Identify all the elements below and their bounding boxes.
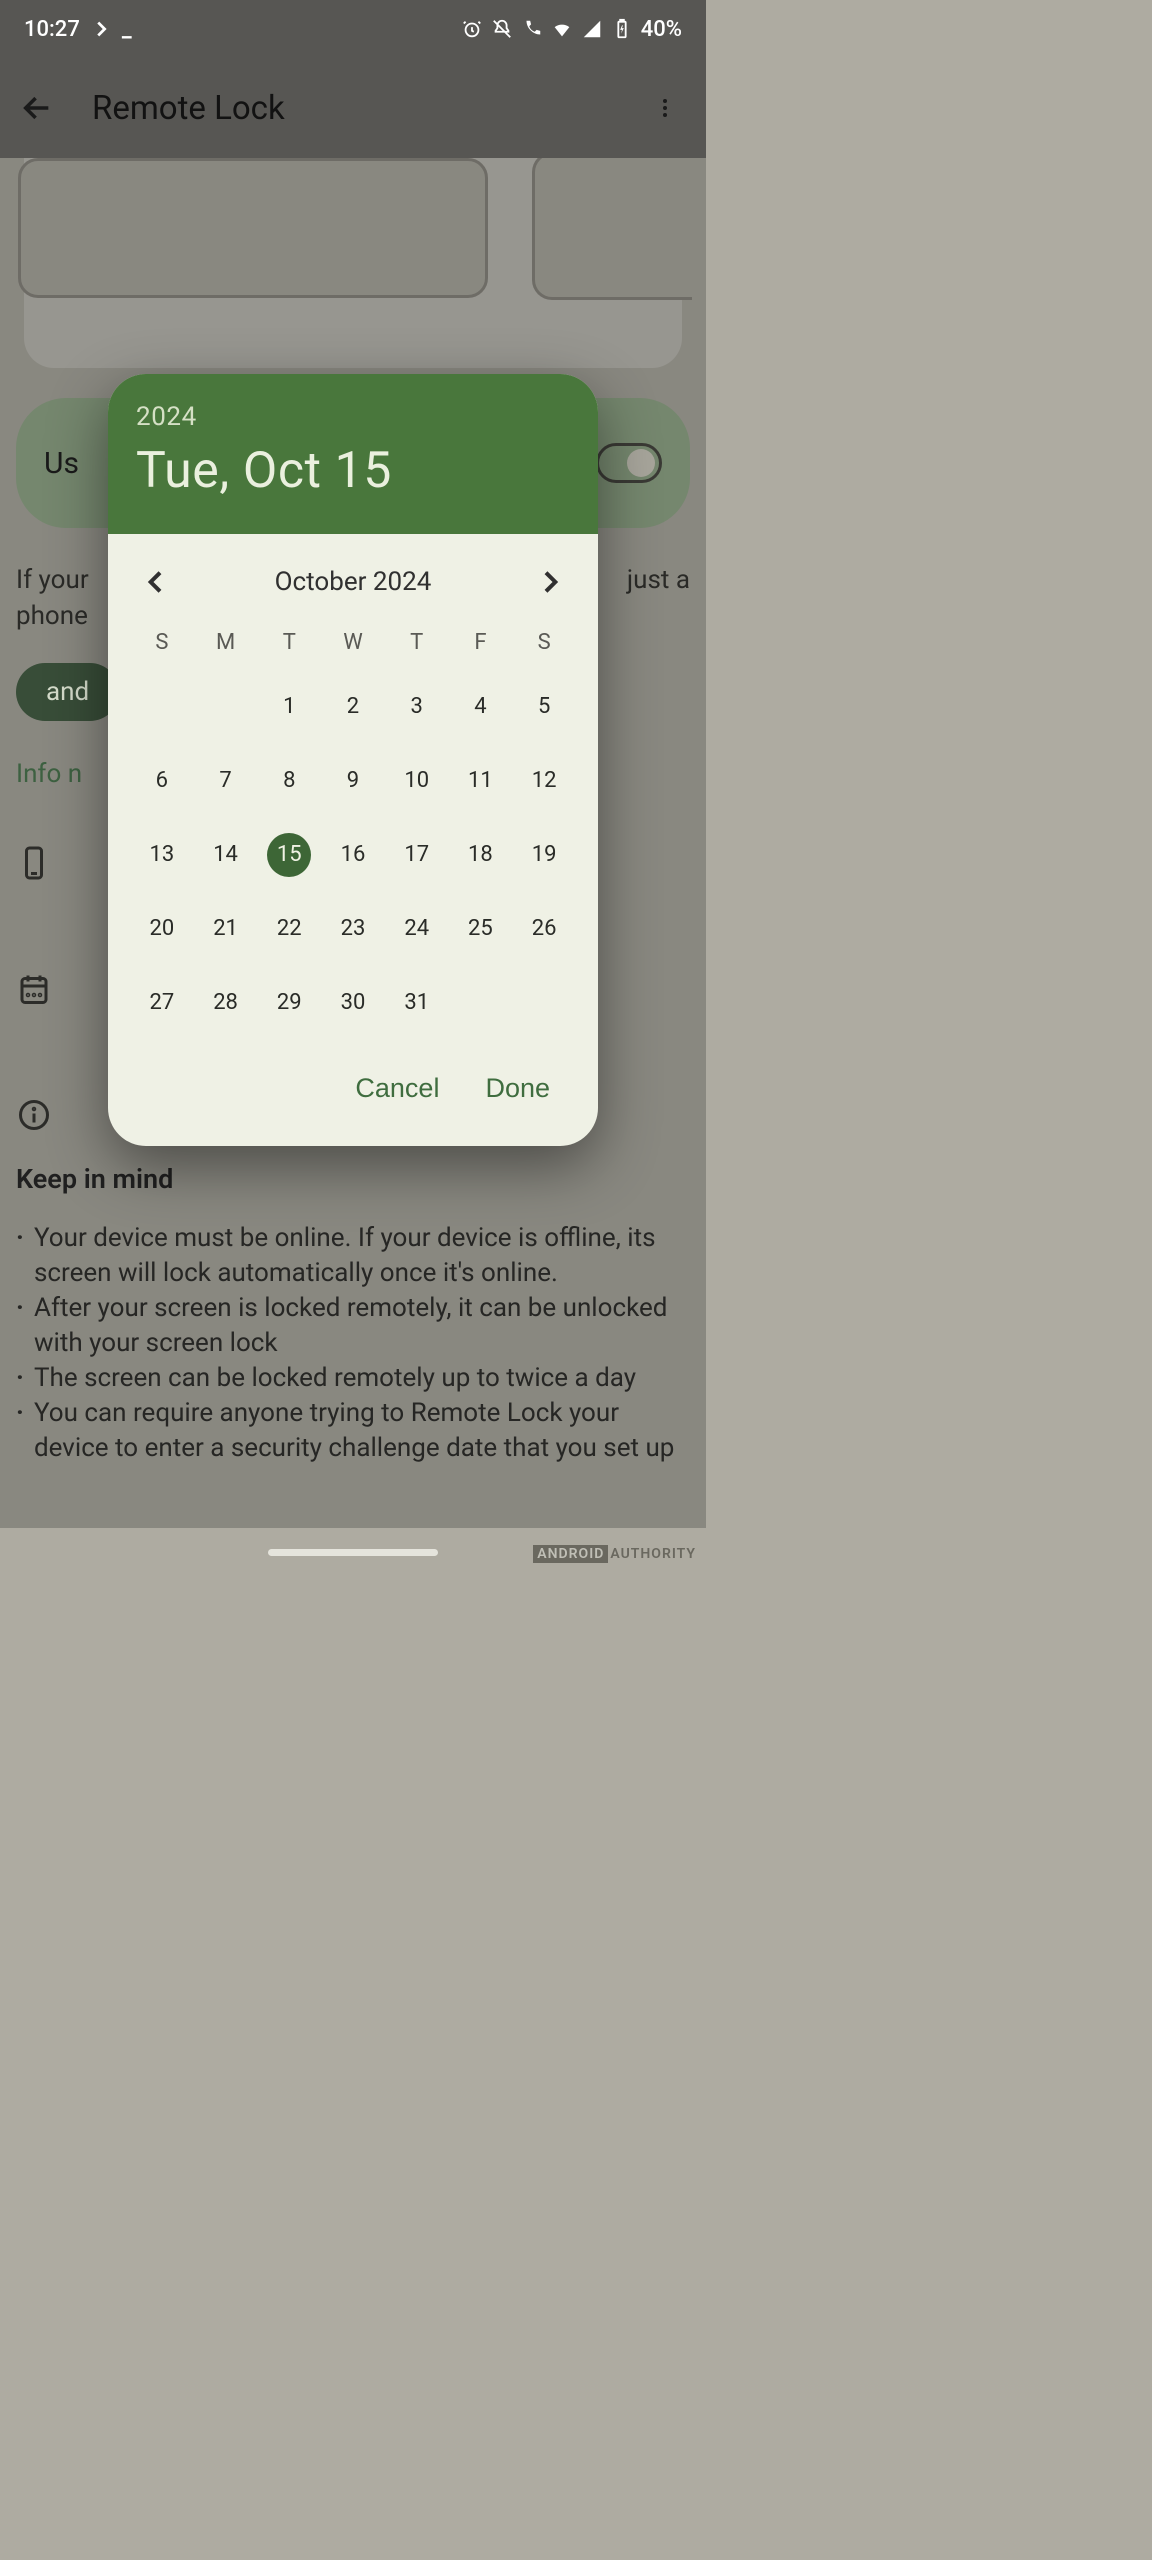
nav-gesture-pill[interactable]	[268, 1549, 438, 1556]
calendar-grid: SMTWTFS..1234567891011121314151617181920…	[122, 622, 584, 1033]
done-button[interactable]: Done	[485, 1073, 550, 1104]
calendar-day[interactable]: 3	[395, 685, 439, 729]
calendar-day[interactable]: 20	[140, 907, 184, 951]
calendar-day[interactable]: 21	[204, 907, 248, 951]
watermark-a: ANDROID	[533, 1545, 608, 1563]
calendar-day[interactable]: 28	[204, 981, 248, 1025]
next-month-button[interactable]	[534, 566, 566, 598]
calendar-day[interactable]: 13	[140, 833, 184, 877]
calendar-day[interactable]: 23	[331, 907, 375, 951]
dialog-actions: Cancel Done	[122, 1033, 584, 1136]
day-of-week: F	[449, 630, 513, 655]
calendar-day[interactable]: 12	[522, 759, 566, 803]
selected-year[interactable]: 2024	[136, 402, 570, 432]
watermark-b: AUTHORITY	[610, 1546, 696, 1562]
day-of-week: M	[194, 630, 258, 655]
day-of-week: S	[130, 630, 194, 655]
calendar-day[interactable]: 11	[458, 759, 502, 803]
calendar-day[interactable]: 4	[458, 685, 502, 729]
dialog-body: October 2024 SMTWTFS..123456789101112131…	[108, 534, 598, 1146]
month-title: October 2024	[275, 567, 432, 597]
day-of-week: T	[257, 630, 321, 655]
calendar-day[interactable]: 24	[395, 907, 439, 951]
calendar-day[interactable]: 27	[140, 981, 184, 1025]
calendar-day[interactable]: 9	[331, 759, 375, 803]
calendar-day[interactable]: 8	[267, 759, 311, 803]
calendar-day[interactable]: 26	[522, 907, 566, 951]
calendar-day[interactable]: 22	[267, 907, 311, 951]
selected-date: Tue, Oct 15	[136, 442, 570, 500]
calendar-day[interactable]: 7	[204, 759, 248, 803]
day-of-week: S	[512, 630, 576, 655]
calendar-day[interactable]: 6	[140, 759, 184, 803]
calendar-day[interactable]: 31	[395, 981, 439, 1025]
calendar-day[interactable]: 10	[395, 759, 439, 803]
day-of-week: T	[385, 630, 449, 655]
calendar-day[interactable]: 18	[458, 833, 502, 877]
calendar-day[interactable]: 5	[522, 685, 566, 729]
dialog-header: 2024 Tue, Oct 15	[108, 374, 598, 534]
month-nav: October 2024	[122, 554, 584, 622]
calendar-day[interactable]: 2	[331, 685, 375, 729]
day-of-week: W	[321, 630, 385, 655]
calendar-day[interactable]: 1	[267, 685, 311, 729]
cancel-button[interactable]: Cancel	[355, 1073, 439, 1104]
watermark: ANDROIDAUTHORITY	[533, 1546, 696, 1562]
prev-month-button[interactable]	[140, 566, 172, 598]
calendar-day[interactable]: 29	[267, 981, 311, 1025]
calendar-day[interactable]: 30	[331, 981, 375, 1025]
calendar-day[interactable]: 16	[331, 833, 375, 877]
calendar-day[interactable]: 15	[267, 833, 311, 877]
date-picker-dialog: 2024 Tue, Oct 15 October 2024 SMTWTFS..1…	[108, 374, 598, 1146]
calendar-day[interactable]: 14	[204, 833, 248, 877]
calendar-day[interactable]: 17	[395, 833, 439, 877]
calendar-day[interactable]: 25	[458, 907, 502, 951]
calendar-day[interactable]: 19	[522, 833, 566, 877]
